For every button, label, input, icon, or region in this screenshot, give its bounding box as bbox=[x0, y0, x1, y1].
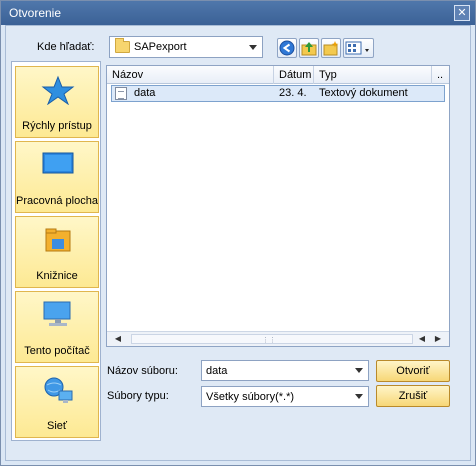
places-bar: Rýchly prístup Pracovná plocha Knižnice bbox=[11, 61, 101, 441]
back-icon bbox=[279, 40, 295, 56]
chevron-down-icon bbox=[249, 45, 257, 50]
file-type-value: Všetky súbory(*.*) bbox=[206, 391, 295, 403]
view-menu-icon bbox=[345, 41, 369, 55]
place-label: Sieť bbox=[46, 420, 68, 432]
place-label: Tento počítač bbox=[24, 345, 90, 357]
chevron-down-icon bbox=[355, 394, 363, 399]
file-type-dropdown[interactable]: Všetky súbory(*.*) bbox=[201, 386, 369, 407]
column-header-type[interactable]: Typ bbox=[314, 66, 432, 84]
file-name-label: Názov súboru: bbox=[107, 365, 178, 377]
table-row[interactable]: data 23. 4. Textový dokument bbox=[111, 85, 445, 102]
grip-icon: ⋮⋮ bbox=[262, 337, 276, 344]
file-name-cell: data bbox=[134, 87, 156, 99]
place-label: Pracovná plocha bbox=[16, 195, 98, 207]
place-label: Rýchly prístup bbox=[22, 120, 92, 132]
place-libraries[interactable]: Knižnice bbox=[15, 216, 99, 288]
look-in-dropdown[interactable]: SAPexport bbox=[109, 36, 263, 58]
new-folder-icon bbox=[323, 41, 339, 56]
view-menu-button[interactable] bbox=[343, 38, 374, 58]
new-folder-button[interactable] bbox=[321, 38, 341, 58]
file-date-cell: 23. 4. bbox=[279, 87, 307, 99]
file-list[interactable]: Názov Dátum Typ .. data 23. 4. Textový d… bbox=[106, 65, 450, 347]
window-title: Otvorenie bbox=[9, 6, 62, 20]
place-network[interactable]: Sieť bbox=[15, 366, 99, 438]
scroll-left-icon[interactable]: ◀ bbox=[414, 332, 430, 346]
library-icon bbox=[45, 228, 71, 252]
place-quick-access[interactable]: Rýchly prístup bbox=[15, 66, 99, 138]
close-button[interactable]: ✕ bbox=[454, 5, 470, 21]
close-icon: ✕ bbox=[457, 7, 467, 19]
up-folder-icon bbox=[301, 42, 317, 56]
column-header-name[interactable]: Názov bbox=[107, 66, 274, 84]
look-in-label: Kde hľadať: bbox=[37, 41, 95, 53]
star-icon bbox=[41, 75, 75, 105]
place-this-pc[interactable]: Tento počítač bbox=[15, 291, 99, 363]
desktop-icon bbox=[42, 152, 74, 174]
cancel-button[interactable]: Zrušiť bbox=[376, 385, 450, 407]
list-header: Názov Dátum Typ .. bbox=[107, 66, 449, 84]
folder-icon bbox=[115, 38, 130, 53]
file-type-label: Súbory typu: bbox=[107, 390, 169, 402]
open-dialog: Otvorenie ✕ Kde hľadať: SAPexport Rýchly… bbox=[0, 0, 476, 466]
chevron-down-icon[interactable] bbox=[355, 368, 363, 373]
column-header-more[interactable]: .. bbox=[432, 66, 449, 84]
scroll-right-icon[interactable]: ▶ bbox=[430, 332, 446, 346]
horizontal-scrollbar[interactable]: ◀ ⋮⋮ ◀ ▶ bbox=[107, 331, 449, 346]
file-name-field[interactable]: data bbox=[201, 360, 369, 381]
up-folder-button[interactable] bbox=[299, 38, 319, 58]
network-icon bbox=[44, 377, 73, 403]
place-label: Knižnice bbox=[36, 270, 78, 282]
back-button[interactable] bbox=[277, 38, 297, 58]
scroll-thumb[interactable]: ⋮⋮ bbox=[131, 334, 413, 344]
title-bar: Otvorenie bbox=[1, 1, 475, 25]
file-type-cell: Textový dokument bbox=[319, 87, 408, 99]
computer-icon bbox=[43, 301, 71, 326]
text-document-icon bbox=[115, 87, 127, 100]
open-button[interactable]: Otvoriť bbox=[376, 360, 450, 382]
look-in-value: SAPexport bbox=[134, 41, 187, 53]
place-desktop[interactable]: Pracovná plocha bbox=[15, 141, 99, 213]
scroll-left-icon[interactable]: ◀ bbox=[110, 332, 126, 346]
column-header-date[interactable]: Dátum bbox=[274, 66, 314, 84]
file-name-value: data bbox=[206, 365, 228, 377]
